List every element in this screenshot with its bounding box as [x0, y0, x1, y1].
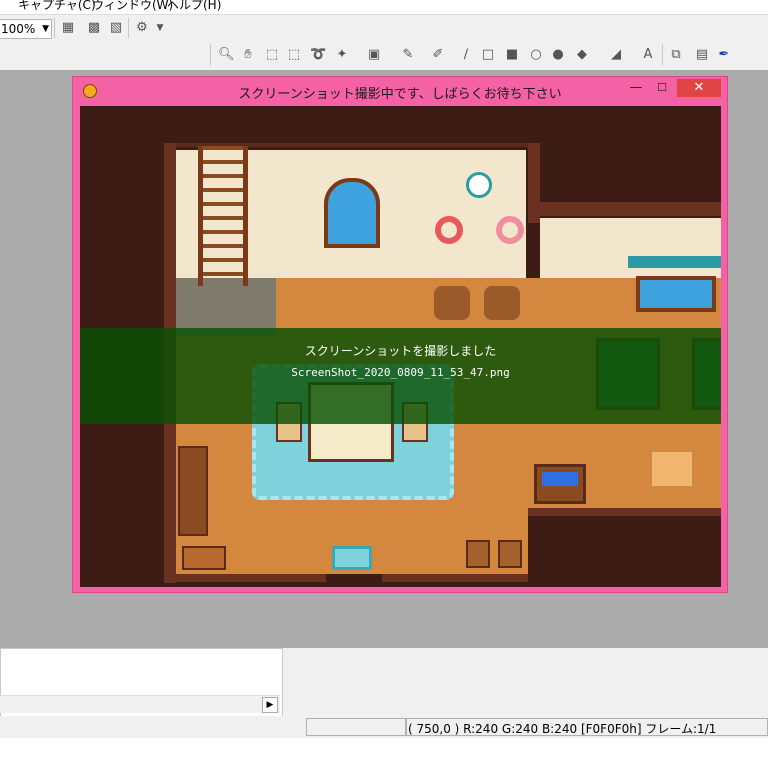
wall-beam-right: [535, 202, 721, 216]
toolbar-separator: [54, 18, 55, 38]
pillar: [528, 143, 540, 223]
ladder: [198, 146, 248, 286]
status-pixel-info: ( 750,0 ) R:240 G:240 B:240 [F0F0F0h] フレ…: [408, 722, 717, 736]
hand-icon[interactable]: ✋︎: [240, 47, 256, 63]
scroll-right-arrow-icon[interactable]: ▶: [262, 697, 278, 713]
chevron-down-icon: ▼: [42, 24, 49, 34]
arched-window: [324, 178, 380, 248]
window-icon[interactable]: ▤: [694, 47, 710, 63]
curtain: [628, 256, 721, 268]
crate: [182, 546, 226, 570]
chevron-down-icon[interactable]: ▼: [152, 20, 168, 36]
fill-bucket-icon[interactable]: ◆: [574, 47, 590, 63]
clock-icon: [466, 172, 492, 198]
lifebuoy-icon: [435, 216, 463, 244]
sunlight-patch: [652, 452, 692, 486]
gear-icon[interactable]: ⚙: [134, 20, 150, 36]
crate: [466, 540, 490, 568]
eraser-icon[interactable]: ◢: [608, 47, 624, 63]
close-button[interactable]: ✕: [677, 79, 721, 97]
desktop-background: [0, 738, 768, 768]
ellipse-icon[interactable]: ○: [528, 47, 544, 63]
brush-icon[interactable]: ✐: [430, 47, 446, 63]
grid-cross-icon[interactable]: ▧: [108, 20, 124, 36]
grid-dots-icon[interactable]: ▩: [86, 20, 102, 36]
select-rect-icon[interactable]: ⬚: [264, 47, 280, 63]
notification-message: スクリーンショットを撮影しました: [304, 344, 497, 358]
pencil-icon[interactable]: ✎: [400, 47, 416, 63]
select-rect-alt-icon[interactable]: ⬚: [286, 47, 302, 63]
pen-icon[interactable]: ✒: [716, 47, 732, 63]
filled-rectangle-icon[interactable]: ■: [504, 47, 520, 63]
barrel: [484, 286, 520, 320]
grid-icon[interactable]: ▦: [60, 20, 76, 36]
menu-bar: キャプチャ(C) ウィンドウ(W) ヘルプ(H): [0, 0, 768, 15]
rectangle-icon[interactable]: □: [480, 47, 496, 63]
menu-window[interactable]: ウィンドウ(W): [92, 0, 173, 13]
shelf: [178, 446, 208, 536]
horizontal-scrollbar[interactable]: ▶: [0, 695, 280, 713]
copy-icon[interactable]: ⧉: [668, 47, 684, 63]
toolbar-separator: [128, 18, 129, 38]
text-icon[interactable]: A: [640, 47, 656, 63]
game-scene: スクリーンショットを撮影しました ScreenShot_2020_0809_11…: [80, 106, 721, 587]
lifebuoy-icon: [496, 216, 524, 244]
menu-capture[interactable]: キャプチャ(C): [18, 0, 96, 13]
zoom-value: 100%: [1, 22, 36, 36]
zoom-icon[interactable]: 🔍︎: [218, 47, 235, 63]
screenshot-notification: スクリーンショットを撮影しました ScreenShot_2020_0809_11…: [80, 328, 721, 424]
crate: [498, 540, 522, 568]
lower-right-wall: [528, 508, 721, 587]
toolbar-separator: [662, 44, 663, 66]
filled-ellipse-icon[interactable]: ●: [550, 47, 566, 63]
captured-window: スクリーンショット撮影中です、しばらくお待ち下さい — ☐ ✕ スクリーンショッ…: [72, 76, 728, 593]
lasso-icon[interactable]: ➰: [310, 47, 326, 63]
notification-filename: ScreenShot_2020_0809_11_53_47.png: [291, 366, 510, 379]
tv-screen: [542, 472, 578, 486]
doormat: [332, 546, 372, 570]
maximize-button[interactable]: ☐: [647, 79, 677, 97]
stamp-icon[interactable]: ▣: [366, 47, 382, 63]
bottom-wall-right: [382, 574, 528, 582]
bottom-wall-left: [176, 574, 326, 582]
barrel: [434, 286, 470, 320]
magic-wand-icon[interactable]: ✦: [334, 47, 350, 63]
toolbar-separator: [210, 44, 211, 66]
zoom-select[interactable]: 100% ▼: [0, 19, 52, 39]
lower-wall-trim: [528, 508, 721, 516]
status-cell-empty: [306, 718, 406, 736]
menu-help[interactable]: ヘルプ(H): [167, 0, 221, 13]
line-icon[interactable]: ∕: [458, 47, 474, 63]
side-window: [636, 276, 716, 312]
